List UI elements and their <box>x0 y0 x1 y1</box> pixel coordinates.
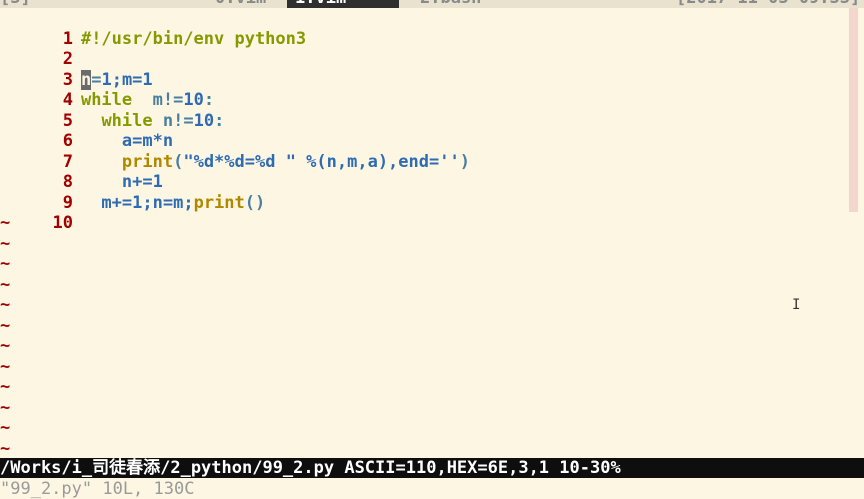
tab-1-vim-active[interactable]: 1.vim <box>287 0 399 8</box>
code-line[interactable]: 4 while m!=10: <box>0 70 850 110</box>
code-line[interactable]: 3 n=1;m=1 <box>0 49 850 90</box>
empty-line-marker: ~ <box>0 274 11 295</box>
tmux-tab-bar: [3] 0.vim 1.vim 2.bash [2017-11-03 09:33… <box>0 0 864 8</box>
empty-line-marker: ~ <box>0 356 11 377</box>
empty-line-marker: ~ <box>0 213 11 233</box>
code-line[interactable]: 6 a=m*n <box>0 111 850 151</box>
code-line[interactable]: 8 n+=1 <box>0 152 850 192</box>
tab-0-vim[interactable]: 0.vim <box>215 0 266 8</box>
datetime-label: [2017-11-03 09:33] <box>676 0 860 8</box>
empty-line-marker: ~ <box>0 336 11 356</box>
code-line[interactable]: 7 print("%d*%d=%d " %(n,m,a),end='') <box>0 131 850 172</box>
empty-line-marker: ~ <box>0 438 11 459</box>
code-line[interactable]: 9 m+=1;n=m;print() <box>0 172 850 213</box>
code-line[interactable]: 1 #!/usr/bin/env python3 <box>0 8 850 49</box>
empty-line-marker: ~ <box>0 315 11 336</box>
empty-line-marker: ~ <box>0 254 11 274</box>
scrollbar[interactable] <box>849 8 858 212</box>
ibeam-cursor-icon: I <box>792 297 801 313</box>
session-index: [3] <box>0 0 31 8</box>
code-line[interactable]: 5 while n!=10: <box>0 90 850 131</box>
empty-line-marker: ~ <box>0 397 11 418</box>
empty-line-marker: ~ <box>0 295 11 315</box>
tab-2-bash[interactable]: 2.bash <box>420 0 481 8</box>
code-line[interactable]: 10 <box>0 193 850 233</box>
status-line: /Works/i_司徒春添/2_python/99_2.py ASCII=110… <box>0 458 864 478</box>
command-line[interactable]: "99_2.py" 10L, 130C <box>0 479 864 499</box>
code-line[interactable]: 2 <box>0 29 850 69</box>
vim-editor[interactable]: 1 #!/usr/bin/env python3 2 3 n=1;m=1 4 whil… <box>0 8 850 459</box>
empty-line-marker: ~ <box>0 233 11 254</box>
empty-line-marker: ~ <box>0 418 11 438</box>
empty-line-marker: ~ <box>0 377 11 397</box>
